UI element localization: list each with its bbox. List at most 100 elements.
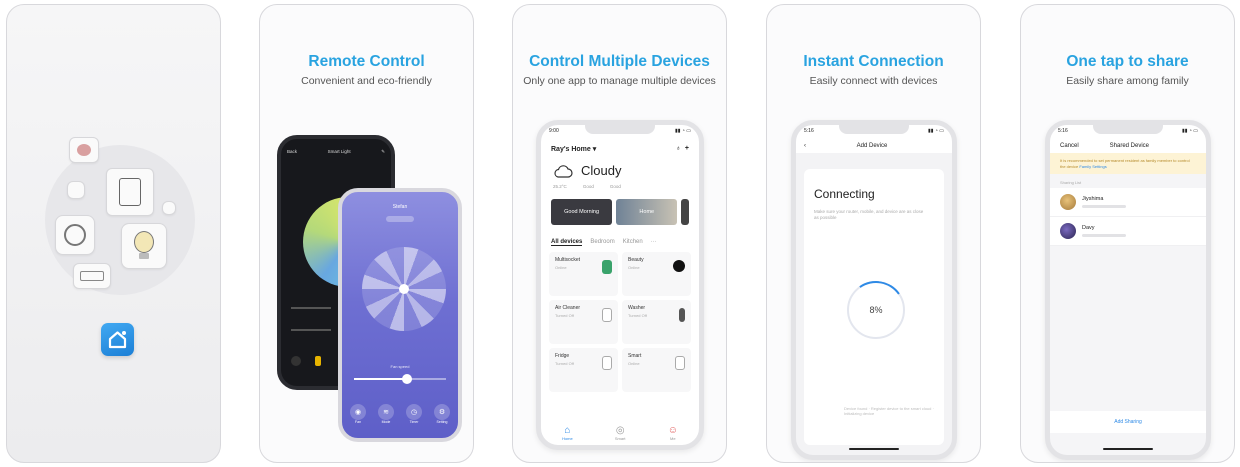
power-icon[interactable] xyxy=(291,356,301,366)
screen-title: Shared Device xyxy=(1109,143,1150,149)
family-warning: It is recommended to set permanent resid… xyxy=(1050,153,1206,175)
bulb-icon[interactable] xyxy=(315,356,321,366)
progress-ring: 8% xyxy=(847,281,905,339)
socket-tile-icon xyxy=(55,215,95,255)
phone-add-device: 5:16 ▮▮ ◔ ▭ ‹ Add Device Connecting Make … xyxy=(791,120,957,460)
connecting-hint: Make sure your router, mobile, and devic… xyxy=(814,209,924,221)
home-icon: ⌂ xyxy=(564,425,571,436)
small-tile-icon xyxy=(67,181,85,199)
member-name: Jiyshima xyxy=(1082,196,1104,203)
member-name: Davy xyxy=(1082,225,1095,232)
fridge-icon xyxy=(602,356,612,370)
weather-stat: Good xyxy=(582,184,594,189)
temperature-slider[interactable] xyxy=(291,329,331,331)
screen-title: Add Device xyxy=(856,143,888,149)
avatar xyxy=(1060,194,1076,211)
fan-icon[interactable]: ◉ xyxy=(350,404,366,420)
edit-icon[interactable]: ✎ xyxy=(381,149,385,155)
screen-title: Stefan xyxy=(392,204,408,210)
weather-label: Cloudy xyxy=(581,163,622,178)
control-label: Fan xyxy=(354,420,362,424)
device-card[interactable]: Multisocket Online xyxy=(549,252,618,296)
card-share: One tap to share Easily share among fami… xyxy=(1020,4,1235,463)
caption-subtitle: Convenient and eco-friendly xyxy=(301,75,432,87)
caption-title: Remote Control xyxy=(308,53,425,70)
device-card[interactable]: Beauty Online xyxy=(622,252,691,296)
avatar xyxy=(1060,223,1076,240)
device-card[interactable]: Washer Turned Off xyxy=(622,300,691,344)
nav-home[interactable]: ⌂ Home xyxy=(562,425,573,441)
control-label: Setting xyxy=(436,420,448,424)
sharing-list-label: Sharing List xyxy=(1060,180,1082,186)
device-card[interactable]: Air Cleaner Turned Off xyxy=(549,300,618,344)
phone-fan-control: Stefan Fan speed ◉ Fan ≋ Mode ◷ Timer ⚙ Sett… xyxy=(338,188,462,442)
control-label: Timer xyxy=(409,420,419,424)
settings-icon[interactable]: ⚙ xyxy=(434,404,450,420)
profile-icon: ☺ xyxy=(667,425,678,436)
connection-steps: Device found · Register device to the sm… xyxy=(844,405,934,417)
list-item[interactable]: Davy xyxy=(1050,217,1206,247)
caption-title: One tap to share xyxy=(1066,53,1189,70)
fan-visual xyxy=(362,247,446,331)
card-instant-connection: Instant Connection Easily connect with d… xyxy=(766,4,981,463)
nav-smart[interactable]: ◎ Smart xyxy=(615,425,626,441)
home-selector[interactable]: Ray's Home ▾ xyxy=(551,145,596,153)
small-tile-icon xyxy=(162,201,176,215)
tab-kitchen[interactable]: Kitchen xyxy=(623,239,643,246)
washer-icon xyxy=(679,308,685,322)
weather-stat: Good xyxy=(609,184,621,189)
device-icon xyxy=(675,356,685,370)
weather-widget: Cloudy xyxy=(541,153,699,182)
family-settings-link[interactable]: Family Settings xyxy=(1079,164,1106,169)
connecting-heading: Connecting xyxy=(814,187,875,201)
card-app-icon xyxy=(6,4,221,463)
card-multiple-devices: Control Multiple Devices Only one app to… xyxy=(512,4,727,463)
screenshot-gallery: Remote Control Convenient and eco-friend… xyxy=(0,0,1240,467)
cloud-icon xyxy=(554,164,573,178)
caption-subtitle: Easily connect with devices xyxy=(809,75,938,87)
switch-tile-icon xyxy=(106,168,154,216)
scene-more[interactable] xyxy=(681,199,689,225)
tab-all-devices[interactable]: All devices xyxy=(551,239,583,246)
more-icon[interactable]: ··· xyxy=(651,239,657,246)
beauty-device-icon xyxy=(673,260,685,272)
scene-home[interactable]: Home xyxy=(616,199,678,225)
device-card[interactable]: Fridge Turned Off xyxy=(549,348,618,392)
weather-stat: 25.2°C xyxy=(553,184,567,189)
control-label: Mode xyxy=(381,420,391,424)
bulb-tile-icon xyxy=(69,137,99,163)
back-link[interactable]: Back xyxy=(287,149,297,155)
device-tile-icon xyxy=(73,263,111,289)
nav-me[interactable]: ☺ Me xyxy=(668,425,678,441)
phone-shared-device: 5:16 ▮▮ ◔ ▭ Cancel Shared Device It is re… xyxy=(1045,120,1211,460)
timer-icon[interactable]: ◷ xyxy=(406,404,422,420)
brightness-slider[interactable] xyxy=(291,307,331,309)
mode-icon[interactable]: ≋ xyxy=(378,404,394,420)
screen-title: Smart Light xyxy=(327,149,351,154)
list-item[interactable]: Jiyshima xyxy=(1050,188,1206,218)
fan-speed-slider[interactable] xyxy=(354,374,446,384)
device-card[interactable]: Smart Online xyxy=(622,348,691,392)
cancel-button[interactable]: Cancel xyxy=(1060,143,1079,149)
control-row: ◉ Fan ≋ Mode ◷ Timer ⚙ Setting xyxy=(350,404,450,424)
air-cleaner-icon xyxy=(602,308,612,322)
caption-subtitle: Only one app to manage multiple devices xyxy=(523,75,716,87)
caption-title: Instant Connection xyxy=(803,53,944,70)
tab-bedroom[interactable]: Bedroom xyxy=(590,239,614,246)
connecting-panel: Connecting Make sure your router, mobile… xyxy=(804,169,944,445)
smart-icon: ◎ xyxy=(615,425,625,436)
slider-label: Fan speed xyxy=(390,364,410,369)
card-remote-control: Remote Control Convenient and eco-friend… xyxy=(259,4,474,463)
phone-home-screen: 9:00 ▮▮ ◔ ▭ Ray's Home ▾ ♁ + Cloudy 25.2°… xyxy=(536,120,704,450)
bottom-navigation: ⌂ Home ◎ Smart ☺ Me xyxy=(541,425,699,441)
scene-good-morning[interactable]: Good Morning xyxy=(551,199,613,225)
slider-knob[interactable] xyxy=(402,374,412,384)
caption-subtitle: Easily share among family xyxy=(1066,75,1189,87)
mode-pill[interactable] xyxy=(386,216,414,222)
progress-value: 8% xyxy=(869,305,883,315)
add-icon[interactable]: + xyxy=(685,145,689,152)
add-sharing-button[interactable]: Add Sharing xyxy=(1050,411,1206,433)
caption-title: Control Multiple Devices xyxy=(529,53,710,70)
lightbulb-tile-icon xyxy=(121,223,167,269)
mic-icon[interactable]: ♁ xyxy=(676,145,681,152)
